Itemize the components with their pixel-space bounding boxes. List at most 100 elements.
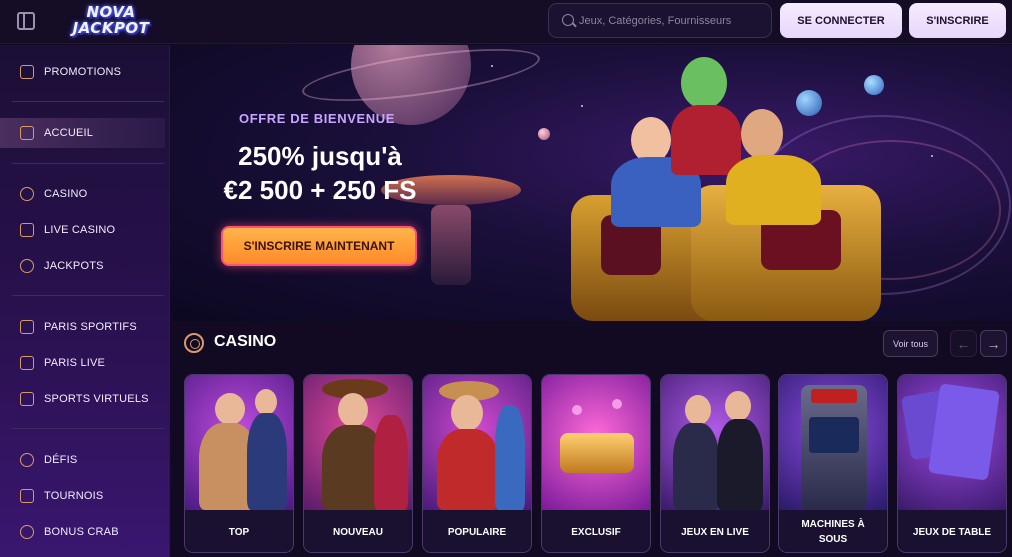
coin-icon <box>20 525 34 539</box>
offer-label: OFFRE DE BIENVENUE <box>239 111 395 126</box>
sidebar-item-defis[interactable]: DÉFIS <box>0 445 165 475</box>
dealer-woman <box>685 395 711 425</box>
logo-text-bottom: JACKPOT <box>72 19 150 37</box>
sidebar-item-label: TOURNOIS <box>44 490 104 502</box>
signup-button[interactable]: S'INSCRIRE <box>909 3 1006 38</box>
slot-jackpot-display <box>811 389 857 403</box>
sidebar-item-accueil[interactable]: ACCUEIL <box>0 118 165 148</box>
medal-icon <box>20 453 34 467</box>
signup-now-button[interactable]: S'INSCRIRE MAINTENANT <box>221 226 417 266</box>
card-art <box>423 375 531 510</box>
dealer-man <box>725 391 751 421</box>
zeus-character <box>215 393 245 425</box>
category-card-jeux-en-live[interactable]: JEUX EN LIVE <box>660 374 770 553</box>
sidebar-item-label: SPORTS VIRTUELS <box>44 393 149 405</box>
top-header: NOVA JACKPOT SE CONNECTER S'INSCRIRE <box>0 0 1012 44</box>
search-box[interactable] <box>548 3 772 38</box>
sidebar-toggle-icon[interactable] <box>17 12 35 30</box>
card-art <box>185 375 293 510</box>
alien-character <box>681 57 727 109</box>
dealer-man-body <box>717 419 763 510</box>
sidebar-item-promotions[interactable]: PROMOTIONS <box>0 57 165 87</box>
category-card-exclusif[interactable]: EXCLUSIF <box>541 374 651 553</box>
chip-icon <box>184 333 204 353</box>
section-title: CASINO <box>214 333 277 350</box>
card-label: JEUX DE TABLE <box>898 510 1006 552</box>
sidebar-divider <box>12 101 164 102</box>
sidebar-item-casino[interactable]: CASINO <box>0 179 165 209</box>
cowboy-body <box>437 429 499 510</box>
home-icon <box>20 126 34 140</box>
carousel-prev-button[interactable]: ← <box>950 330 977 357</box>
sidebar-item-label: ACCUEIL <box>44 127 94 139</box>
card-label: EXCLUSIF <box>542 510 650 552</box>
dealer-character <box>255 389 277 415</box>
sidebar-item-label: BONUS CRAB <box>44 526 119 538</box>
sidebar: PROMOTIONS ACCUEIL CASINO LIVE CASINO JA… <box>0 45 170 557</box>
card-art <box>661 375 769 510</box>
category-card-top[interactable]: TOP <box>184 374 294 553</box>
trophy-icon <box>20 320 34 334</box>
dealer-body <box>247 413 287 510</box>
planet-decoration <box>796 90 822 116</box>
playing-card-king <box>928 383 1000 481</box>
planet-decoration <box>864 75 884 95</box>
sidebar-item-live-casino[interactable]: LIVE CASINO <box>0 215 165 245</box>
sidebar-item-paris-live[interactable]: PARIS LIVE <box>0 348 165 378</box>
sidebar-item-jackpots[interactable]: JACKPOTS <box>0 251 165 281</box>
offer-amount: €2 500 + 250 FS <box>223 175 417 205</box>
card-art <box>898 375 1006 510</box>
card-label: TOP <box>185 510 293 552</box>
crown-icon <box>560 433 634 473</box>
cowboy-character <box>451 395 483 431</box>
cup-icon <box>20 489 34 503</box>
welcome-banner[interactable]: OFFRE DE BIENVENUE 250% jusqu'à €2 500 +… <box>171 45 1012 321</box>
category-card-nouveau[interactable]: NOUVEAU <box>303 374 413 553</box>
sidebar-item-tournois[interactable]: TOURNOIS <box>0 481 165 511</box>
sidebar-item-label: PARIS SPORTIFS <box>44 321 137 333</box>
search-icon <box>562 14 574 26</box>
card-label: NOUVEAU <box>304 510 412 552</box>
card-label: MACHINES À SOUS <box>779 510 887 552</box>
sidebar-item-label: PROMOTIONS <box>44 66 122 78</box>
card-art <box>304 375 412 510</box>
card-suit-decoration <box>572 405 582 415</box>
man-character <box>741 109 783 159</box>
view-all-button[interactable]: Voir tous <box>883 330 938 357</box>
card-suit-decoration <box>612 399 622 409</box>
seven-icon <box>20 259 34 273</box>
sidebar-item-sports-virtuels[interactable]: SPORTS VIRTUELS <box>0 384 165 414</box>
sidebar-item-label: PARIS LIVE <box>44 357 106 369</box>
logo-text-top: NOVA <box>86 3 136 21</box>
sidebar-item-paris-sportifs[interactable]: PARIS SPORTIFS <box>0 312 165 342</box>
sidebar-item-label: CASINO <box>44 188 88 200</box>
card-label: POPULAIRE <box>423 510 531 552</box>
sidebar-divider <box>12 428 164 429</box>
logo[interactable]: NOVA JACKPOT <box>60 4 162 38</box>
explorer-character <box>338 393 368 427</box>
sidebar-item-label: DÉFIS <box>44 454 78 466</box>
carousel-next-button[interactable]: → <box>980 330 1007 357</box>
login-button[interactable]: SE CONNECTER <box>780 3 902 38</box>
sidebar-item-label: JACKPOTS <box>44 260 104 272</box>
category-card-machines-a-sous[interactable]: MACHINES À SOUS <box>778 374 888 553</box>
spade-icon <box>20 223 34 237</box>
sidebar-item-label: LIVE CASINO <box>44 224 116 236</box>
category-card-jeux-de-table[interactable]: JEUX DE TABLE <box>897 374 1007 553</box>
card-art <box>542 375 650 510</box>
card-art <box>779 375 887 510</box>
tower-decoration <box>431 205 471 285</box>
sidebar-divider <box>12 163 164 164</box>
woman-character <box>374 415 408 510</box>
card-label: JEUX EN LIVE <box>661 510 769 552</box>
search-input[interactable] <box>579 4 769 37</box>
star-decoration <box>581 105 583 107</box>
sidebar-item-bonus-crab[interactable]: BONUS CRAB <box>0 517 165 547</box>
category-card-populaire[interactable]: POPULAIRE <box>422 374 532 553</box>
sidebar-divider <box>12 295 164 296</box>
slot-reels <box>809 417 859 453</box>
planet-decoration <box>538 128 550 140</box>
alien-jacket <box>671 105 741 175</box>
gamepad-icon <box>20 392 34 406</box>
play-icon <box>20 356 34 370</box>
